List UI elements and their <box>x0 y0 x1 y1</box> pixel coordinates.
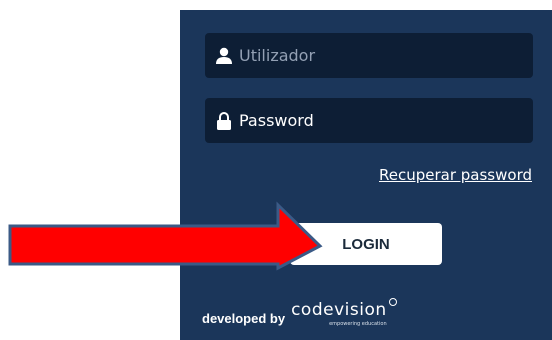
annotation-arrow-icon <box>8 201 323 271</box>
